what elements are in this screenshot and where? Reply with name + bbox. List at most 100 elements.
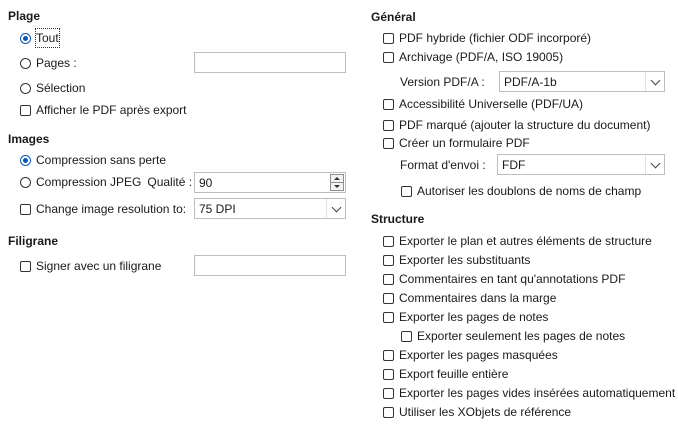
change-resolution-label: Change image resolution to: bbox=[36, 202, 187, 216]
allow-duplicate-names-checkbox[interactable]: Autoriser les doublons de noms de champ bbox=[401, 182, 641, 200]
radio-selection-indicator[interactable] bbox=[20, 82, 31, 94]
structure-option[interactable]: Commentaires dans la marge bbox=[383, 289, 556, 307]
structure-option-box[interactable] bbox=[383, 387, 394, 399]
structure-option[interactable]: Exporter le plan et autres éléments de s… bbox=[383, 232, 652, 250]
quality-spin-buttons[interactable] bbox=[330, 174, 344, 191]
quality-value: 90 bbox=[199, 175, 213, 190]
structure-option[interactable]: Exporter les pages de notes bbox=[383, 308, 548, 326]
pdfa-version-select[interactable]: PDF/A-1b bbox=[499, 71, 665, 92]
hybrid-pdf-label: PDF hybride (fichier ODF incorporé) bbox=[399, 31, 592, 45]
radio-lossless-label: Compression sans perte bbox=[36, 153, 167, 167]
structure-option-box[interactable] bbox=[383, 254, 394, 266]
archive-pdfa-label: Archivage (PDF/A, ISO 19005) bbox=[399, 50, 564, 64]
structure-option-box[interactable] bbox=[383, 368, 394, 380]
radio-jpeg-label: Compression JPEG bbox=[36, 175, 142, 189]
structure-option-box[interactable] bbox=[383, 292, 394, 304]
structure-option-box[interactable] bbox=[383, 349, 394, 361]
structure-option[interactable]: Exporter seulement les pages de notes bbox=[401, 327, 625, 345]
spin-up-button[interactable] bbox=[330, 174, 344, 183]
universal-access-label: Accessibilité Universelle (PDF/UA) bbox=[399, 97, 584, 111]
quality-spinbox[interactable]: 90 bbox=[194, 172, 346, 193]
structure-option[interactable]: Export feuille entière bbox=[383, 365, 508, 383]
spin-down-button[interactable] bbox=[330, 183, 344, 191]
structure-option[interactable]: Utiliser les XObjets de référence bbox=[383, 403, 571, 421]
sign-watermark-checkbox[interactable]: Signer avec un filigrane bbox=[20, 257, 161, 275]
export-blank-pages-label: Exporter les pages vides insérées automa… bbox=[399, 386, 676, 400]
submit-format-value: FDF bbox=[502, 157, 526, 172]
radio-all-indicator[interactable] bbox=[20, 32, 31, 44]
create-form-checkbox[interactable]: Créer un formulaire PDF bbox=[383, 134, 530, 152]
structure-option[interactable]: Exporter les substituants bbox=[383, 251, 530, 269]
change-resolution-box[interactable] bbox=[20, 203, 31, 215]
create-form-label: Créer un formulaire PDF bbox=[399, 136, 530, 150]
submit-format-dropdown-button[interactable] bbox=[645, 155, 664, 174]
allow-duplicate-names-label: Autoriser les doublons de noms de champ bbox=[417, 184, 642, 198]
tagged-pdf-checkbox[interactable]: PDF marqué (ajouter la structure du docu… bbox=[383, 116, 650, 134]
structure-option-box[interactable] bbox=[383, 235, 394, 247]
submit-format-label: Format d'envoi : bbox=[400, 158, 486, 172]
structure-option[interactable]: Exporter les pages masquées bbox=[383, 346, 558, 364]
resolution-value: 75 DPI bbox=[199, 201, 236, 216]
structure-option-box[interactable] bbox=[401, 330, 412, 342]
chevron-down-icon bbox=[331, 202, 341, 212]
structure-option-box[interactable] bbox=[383, 311, 394, 323]
radio-pages-indicator[interactable] bbox=[20, 57, 31, 69]
radio-pages[interactable]: Pages : bbox=[20, 54, 77, 72]
radio-jpeg[interactable]: Compression JPEG Qualité : bbox=[20, 173, 192, 191]
structure-option[interactable]: Exporter les pages vides insérées automa… bbox=[383, 384, 675, 402]
archive-pdfa-checkbox[interactable]: Archivage (PDF/A, ISO 19005) bbox=[383, 48, 563, 66]
radio-lossless-indicator[interactable] bbox=[20, 154, 31, 166]
view-after-export-box[interactable] bbox=[20, 104, 31, 116]
sign-watermark-box[interactable] bbox=[20, 260, 31, 272]
hybrid-pdf-box[interactable] bbox=[383, 32, 394, 44]
tagged-pdf-box[interactable] bbox=[383, 119, 394, 131]
radio-selection-label: Sélection bbox=[36, 81, 86, 95]
sign-watermark-label: Signer avec un filigrane bbox=[36, 259, 162, 273]
view-after-export-checkbox[interactable]: Afficher le PDF après export bbox=[20, 101, 187, 119]
universal-access-box[interactable] bbox=[383, 98, 394, 110]
comments-in-margin-label: Commentaires dans la marge bbox=[399, 291, 557, 305]
structure-option-box[interactable] bbox=[383, 273, 394, 285]
structure-option-box[interactable] bbox=[383, 406, 394, 418]
universal-access-checkbox[interactable]: Accessibilité Universelle (PDF/UA) bbox=[383, 95, 583, 113]
radio-selection[interactable]: Sélection bbox=[20, 79, 85, 97]
watermark-text-input[interactable] bbox=[194, 255, 346, 276]
change-resolution-checkbox[interactable]: Change image resolution to: bbox=[20, 200, 186, 218]
comments-as-annotations-label: Commentaires en tant qu'annotations PDF bbox=[399, 272, 626, 286]
pages-input[interactable] bbox=[194, 52, 346, 73]
structure-option[interactable]: Commentaires en tant qu'annotations PDF bbox=[383, 270, 625, 288]
pdfa-version-dropdown-button[interactable] bbox=[645, 72, 664, 91]
radio-all[interactable]: Tout bbox=[20, 28, 60, 48]
pdfa-version-value: PDF/A-1b bbox=[504, 74, 557, 89]
archive-pdfa-box[interactable] bbox=[383, 51, 394, 63]
arrow-down-icon bbox=[334, 185, 340, 188]
export-only-notes-pages-label: Exporter seulement les pages de notes bbox=[417, 329, 626, 343]
use-reference-xobjects-label: Utiliser les XObjets de référence bbox=[399, 405, 572, 419]
radio-all-label: Tout bbox=[35, 28, 60, 48]
resolution-combobox[interactable]: 75 DPI bbox=[194, 198, 346, 219]
whole-sheet-export-label: Export feuille entière bbox=[399, 367, 509, 381]
export-outline-label: Exporter le plan et autres éléments de s… bbox=[399, 234, 652, 248]
resolution-dropdown-button[interactable] bbox=[326, 199, 345, 218]
radio-pages-label: Pages : bbox=[36, 56, 77, 70]
general-section-title: Général bbox=[371, 10, 416, 24]
view-after-export-label: Afficher le PDF après export bbox=[36, 103, 187, 117]
chevron-down-icon bbox=[650, 158, 660, 168]
submit-format-select[interactable]: FDF bbox=[497, 154, 665, 175]
watermark-section-title: Filigrane bbox=[8, 234, 59, 248]
create-form-box[interactable] bbox=[383, 137, 394, 149]
chevron-down-icon bbox=[650, 75, 660, 85]
submit-format-row: Format d'envoi : bbox=[400, 156, 486, 174]
allow-duplicate-names-box[interactable] bbox=[401, 185, 412, 197]
radio-jpeg-indicator[interactable] bbox=[20, 176, 31, 188]
structure-section-title: Structure bbox=[371, 212, 425, 226]
export-placeholders-label: Exporter les substituants bbox=[399, 253, 531, 267]
export-hidden-pages-label: Exporter les pages masquées bbox=[399, 348, 558, 362]
arrow-up-icon bbox=[334, 177, 340, 180]
images-section-title: Images bbox=[8, 132, 50, 146]
export-notes-pages-label: Exporter les pages de notes bbox=[399, 310, 549, 324]
radio-lossless[interactable]: Compression sans perte bbox=[20, 151, 166, 169]
range-section-title: Plage bbox=[8, 9, 41, 23]
tagged-pdf-label: PDF marqué (ajouter la structure du docu… bbox=[399, 118, 651, 132]
hybrid-pdf-checkbox[interactable]: PDF hybride (fichier ODF incorporé) bbox=[383, 29, 591, 47]
